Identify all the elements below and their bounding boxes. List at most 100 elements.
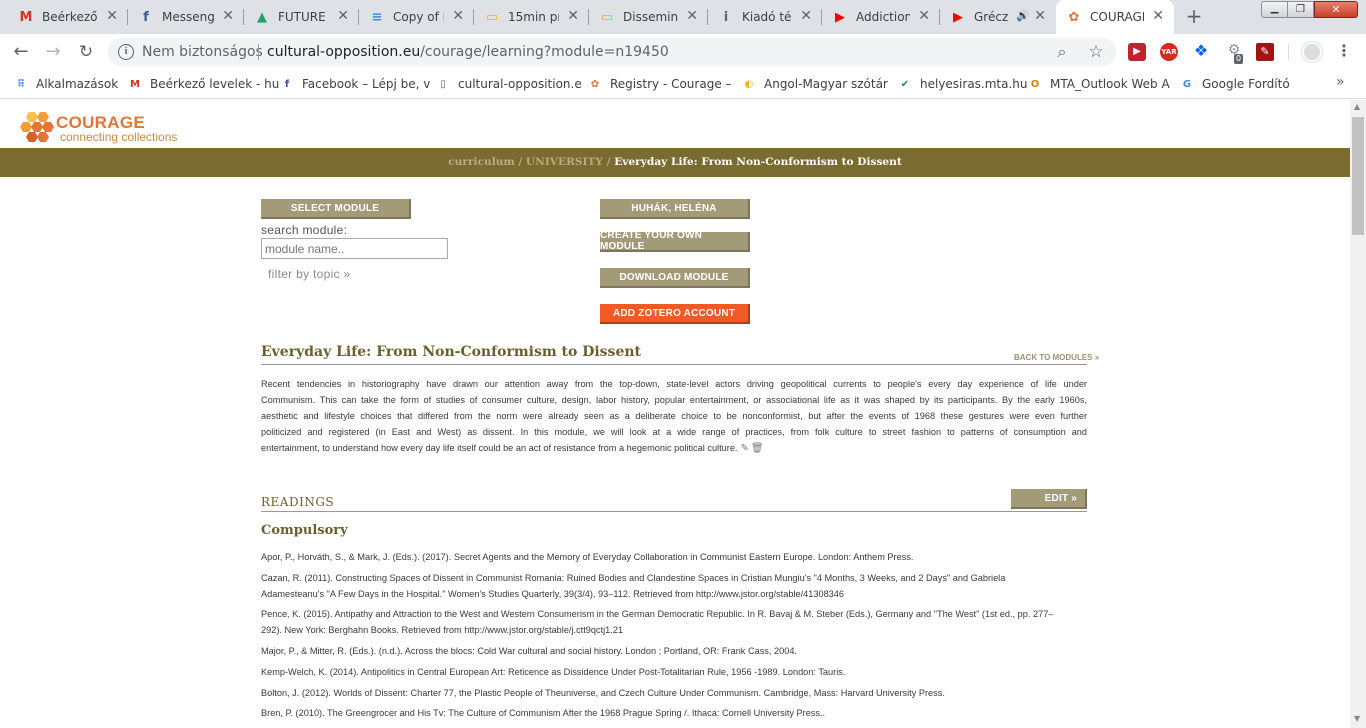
tab-title: 15min pre — [508, 10, 559, 24]
speaker-icon[interactable]: 🔊 — [1016, 9, 1030, 22]
zoom-search-icon[interactable]: ⌕ — [1052, 42, 1072, 62]
logo-hexagons-icon — [20, 112, 54, 142]
readings-heading: READINGS — [261, 495, 335, 509]
tab-8[interactable]: ▶ Addiction ✕ — [822, 0, 940, 34]
bookmark-item[interactable]: ▯ cultural-opposition.e — [436, 76, 581, 92]
close-tab-icon[interactable]: ✕ — [222, 8, 234, 24]
new-tab-button[interactable]: + — [1180, 5, 1208, 29]
description-line: politicized and registered (in East and … — [261, 427, 1087, 437]
tab-title: Dissemina — [623, 10, 678, 24]
filter-by-topic-link[interactable]: filter by topic » — [268, 267, 350, 281]
reference-item: Apor, P., Horváth, S., & Mark, J. (Eds.)… — [261, 549, 1086, 565]
info-icon[interactable]: i — [118, 44, 134, 60]
description-last-text: entertainment, to understand how every d… — [261, 443, 738, 453]
apps-grid-icon: ⠿ — [17, 78, 25, 90]
bookmark-label: Alkalmazások — [36, 77, 119, 91]
back-to-modules-link[interactable]: BACK TO MODULES » — [1014, 353, 1099, 362]
close-window-button[interactable]: ✕ — [1314, 1, 1358, 18]
description-line: Recent tendencies in historiography have… — [261, 379, 1087, 389]
page-scrollbar[interactable]: ▲ ▼ — [1350, 100, 1366, 728]
breadcrumb-university-link[interactable]: UNIVERSITY — [526, 156, 603, 168]
tab-7[interactable]: i Kiadó tég ✕ — [708, 0, 822, 34]
close-tab-icon[interactable]: ✕ — [800, 8, 812, 24]
tab-2[interactable]: f Messenger ✕ — [128, 0, 244, 34]
create-your-own-module-button[interactable]: CREATE YOUR OWN MODULE — [600, 230, 750, 252]
close-tab-icon[interactable]: ✕ — [1034, 8, 1046, 24]
restore-button[interactable]: ❐ — [1288, 1, 1314, 18]
breadcrumb-curriculum-link[interactable]: curriculum — [448, 156, 514, 168]
youtube-icon: ▶ — [953, 9, 963, 25]
extension-red-icon[interactable]: ▶ — [1128, 43, 1146, 61]
pdf-icon[interactable]: ✎ — [1256, 43, 1274, 61]
address-bar[interactable]: i Nem biztonságos cultural-opposition.eu… — [108, 38, 1116, 66]
courage-logo[interactable]: COURAGE connecting collections — [20, 110, 200, 146]
close-tab-icon[interactable]: ✕ — [1152, 8, 1164, 24]
tab-10[interactable]: ✿ COURAGE ✕ — [1056, 0, 1174, 34]
title-underline — [261, 364, 1087, 365]
bookmark-item[interactable]: ✿ Registry - Courage – — [588, 76, 732, 92]
reference-line: 292). New York: Berghahn Books. Retrieve… — [261, 625, 624, 635]
bookmarks-bar: ⠿ Alkalmazások M Beérkező levelek - hu f Face… — [0, 70, 1366, 99]
bookmark-item[interactable]: ✔ helyesiras.mta.hu — [898, 76, 1028, 92]
tab-title: Messenger — [162, 10, 214, 24]
reference-line: Pence, K. (2015). Antipathy and Attracti… — [261, 609, 1054, 619]
bookmark-item[interactable]: G Google Fordító — [1180, 76, 1290, 92]
user-profile-button[interactable]: HUHÁK, HELÉNA — [600, 199, 750, 219]
tab-6[interactable]: ▭ Dissemina ✕ — [589, 0, 708, 34]
scrollbar-thumb[interactable] — [1352, 117, 1364, 235]
tab-4[interactable]: ≡ Copy of F ✕ — [359, 0, 474, 34]
bookmark-item[interactable]: ◐ Angol-Magyar szótár — [742, 76, 888, 92]
drive-icon: ▲ — [257, 9, 267, 25]
tab-1[interactable]: M Beérkező ✕ — [8, 0, 128, 34]
tab-9[interactable]: ▶ Grécz 🔊 ✕ — [940, 0, 1056, 34]
reload-icon[interactable]: ↻ — [75, 41, 97, 63]
dropbox-icon[interactable]: ❖ — [1192, 42, 1210, 60]
tab-title: Kiadó tég — [742, 10, 792, 24]
close-tab-icon[interactable]: ✕ — [452, 8, 464, 24]
checkmark-icon: ✔ — [900, 78, 910, 90]
info-icon: i — [723, 9, 729, 25]
edit-pencil-icon[interactable]: ✎ — [740, 441, 748, 457]
scroll-down-arrow[interactable]: ▼ — [1354, 714, 1360, 723]
bookmark-label: Facebook – Lépj be, v — [302, 77, 431, 91]
forward-icon[interactable]: → — [42, 41, 64, 63]
bookmark-item[interactable]: ⠿ Alkalmazások — [14, 76, 118, 92]
breadcrumb: curriculum / UNIVERSITY / Everyday Life:… — [0, 148, 1350, 177]
delete-trash-icon[interactable]: 🗑 — [751, 441, 764, 457]
bookmark-item[interactable]: O MTA_Outlook Web A — [1028, 76, 1170, 92]
gmail-icon: M — [19, 9, 33, 25]
yandex-extension-icon[interactable]: YAR — [1160, 43, 1178, 61]
tab-title: COURAGE — [1090, 10, 1144, 24]
download-module-button[interactable]: DOWNLOAD MODULE — [600, 268, 750, 288]
outlook-icon: O — [1030, 78, 1040, 90]
tab-title: Addiction — [856, 10, 910, 24]
edit-readings-button[interactable]: EDIT » — [1011, 489, 1087, 509]
bookmark-star-icon[interactable]: ☆ — [1086, 42, 1106, 62]
close-tab-icon[interactable]: ✕ — [686, 8, 698, 24]
bookmark-item[interactable]: M Beérkező levelek - hu — [128, 76, 279, 92]
extension-badge-icon[interactable]: ⚙ 0 — [1224, 42, 1244, 64]
close-tab-icon[interactable]: ✕ — [337, 8, 349, 24]
scroll-up-arrow[interactable]: ▲ — [1354, 102, 1360, 111]
bookmarks-more-button[interactable]: » — [1336, 74, 1345, 90]
reference-line: Bren, P. (2010). The Greengrocer and His… — [261, 708, 826, 718]
breadcrumb-current: Everyday Life: From Non-Conformism to Di… — [614, 156, 902, 168]
search-module-input[interactable] — [261, 238, 448, 259]
security-label[interactable]: Nem biztonságos — [142, 44, 263, 60]
reference-item: Major, P., & Mitter, R. (Eds.). (n.d.). … — [261, 643, 1086, 659]
bookmark-item[interactable]: f Facebook – Lépj be, v — [280, 76, 431, 92]
tab-5[interactable]: ▭ 15min pre ✕ — [474, 0, 589, 34]
back-icon[interactable]: ← — [10, 41, 32, 63]
reference-item: Bren, P. (2010). The Greengrocer and His… — [261, 705, 1086, 721]
close-tab-icon[interactable]: ✕ — [106, 8, 118, 24]
tab-3[interactable]: ▲ FUTURE - ✕ — [244, 0, 359, 34]
add-zotero-account-button[interactable]: ADD ZOTERO ACCOUNT — [600, 304, 750, 324]
close-tab-icon[interactable]: ✕ — [567, 8, 579, 24]
profile-avatar-icon[interactable] — [1302, 42, 1322, 62]
select-module-button[interactable]: SELECT MODULE — [261, 199, 411, 219]
close-tab-icon[interactable]: ✕ — [918, 8, 930, 24]
url-text[interactable]: cultural-opposition.eu/courage/learning?… — [267, 44, 669, 60]
slides-icon: ▭ — [600, 9, 614, 25]
minimize-button[interactable]: ▁ — [1261, 1, 1288, 18]
menu-icon[interactable]: ⋮ — [1336, 40, 1352, 64]
